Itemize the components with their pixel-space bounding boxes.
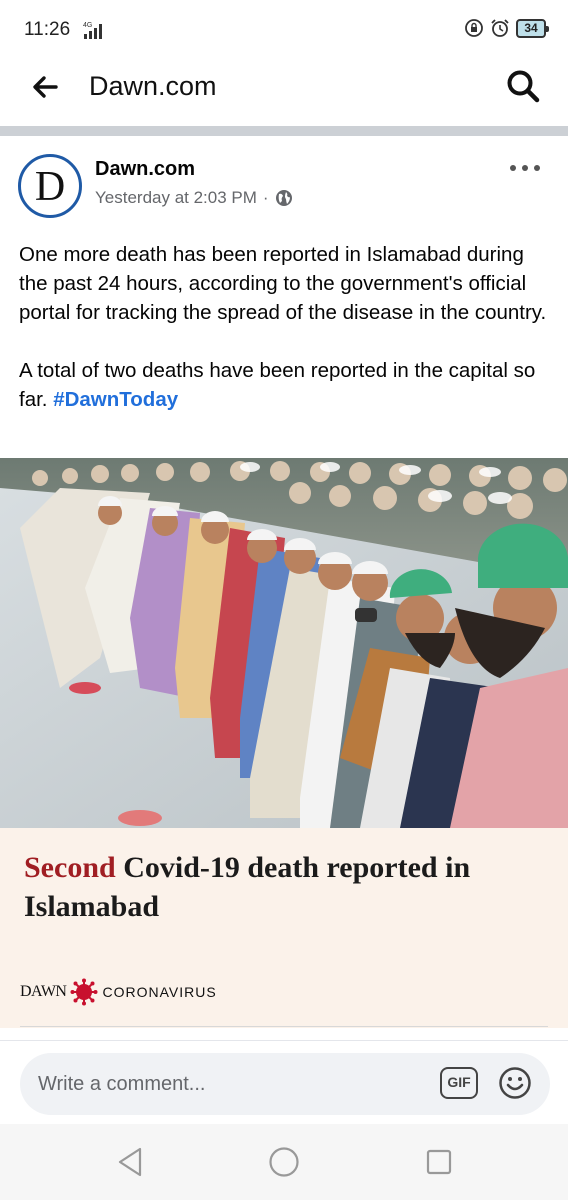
link-preview-card[interactable]: Second Covid-19 death reported in Islama… <box>0 828 568 1028</box>
post-meta: Yesterday at 2:03 PM · <box>95 188 293 208</box>
globe-icon <box>275 190 292 206</box>
post-header: D Dawn.com Yesterday at 2:03 PM · <box>0 136 568 232</box>
status-bar: 11:26 4G 34 <box>0 0 568 60</box>
comment-bar: Write a comment... GIF <box>0 1040 568 1124</box>
post-paragraph-2: A total of two deaths have been reported… <box>19 356 551 414</box>
back-arrow-icon[interactable] <box>28 70 62 104</box>
card-divider <box>20 1026 548 1027</box>
headline-highlight: Second <box>24 851 116 884</box>
post-paragraph-1: One more death has been reported in Isla… <box>19 243 547 324</box>
post-photo[interactable] <box>0 458 568 828</box>
page-name[interactable]: Dawn.com <box>95 158 195 181</box>
status-time: 11:26 <box>24 19 71 40</box>
avatar-letter: D <box>34 164 66 210</box>
more-options-icon[interactable] <box>510 162 540 174</box>
brand-section: CORONAVIRUS <box>102 984 217 1000</box>
nav-back-icon[interactable] <box>116 1146 144 1178</box>
card-headline: Second Covid-19 death reported in Islama… <box>24 848 544 926</box>
virus-icon <box>70 978 98 1006</box>
network-type: 4G <box>83 22 92 29</box>
comment-placeholder: Write a comment... <box>38 1073 206 1095</box>
card-brand: DAWN CORONAVIRUS <box>20 978 217 1006</box>
system-nav-bar <box>0 1124 568 1200</box>
hashtag-link[interactable]: #DawnToday <box>53 388 178 411</box>
avatar[interactable]: D <box>18 154 82 218</box>
lock-rotation-icon <box>465 19 483 37</box>
nav-home-icon[interactable] <box>268 1146 300 1178</box>
gif-button[interactable]: GIF <box>440 1067 478 1099</box>
emoji-icon[interactable] <box>498 1066 532 1100</box>
search-icon[interactable] <box>504 67 542 105</box>
nav-recent-apps-icon[interactable] <box>425 1148 453 1176</box>
post-text: One more death has been reported in Isla… <box>19 240 551 443</box>
alarm-icon <box>491 19 509 37</box>
post-timestamp[interactable]: Yesterday at 2:03 PM <box>95 188 257 208</box>
prayer-crowd-image <box>0 458 568 828</box>
meta-separator: · <box>262 188 269 207</box>
signal-icon: 4G <box>83 22 102 39</box>
battery-indicator: 34 <box>516 18 549 38</box>
comment-input[interactable]: Write a comment... GIF <box>20 1053 550 1115</box>
brand-name: DAWN <box>20 983 67 1000</box>
section-divider <box>0 126 568 136</box>
app-header: Dawn.com <box>0 60 568 126</box>
header-title: Dawn.com <box>89 71 217 101</box>
